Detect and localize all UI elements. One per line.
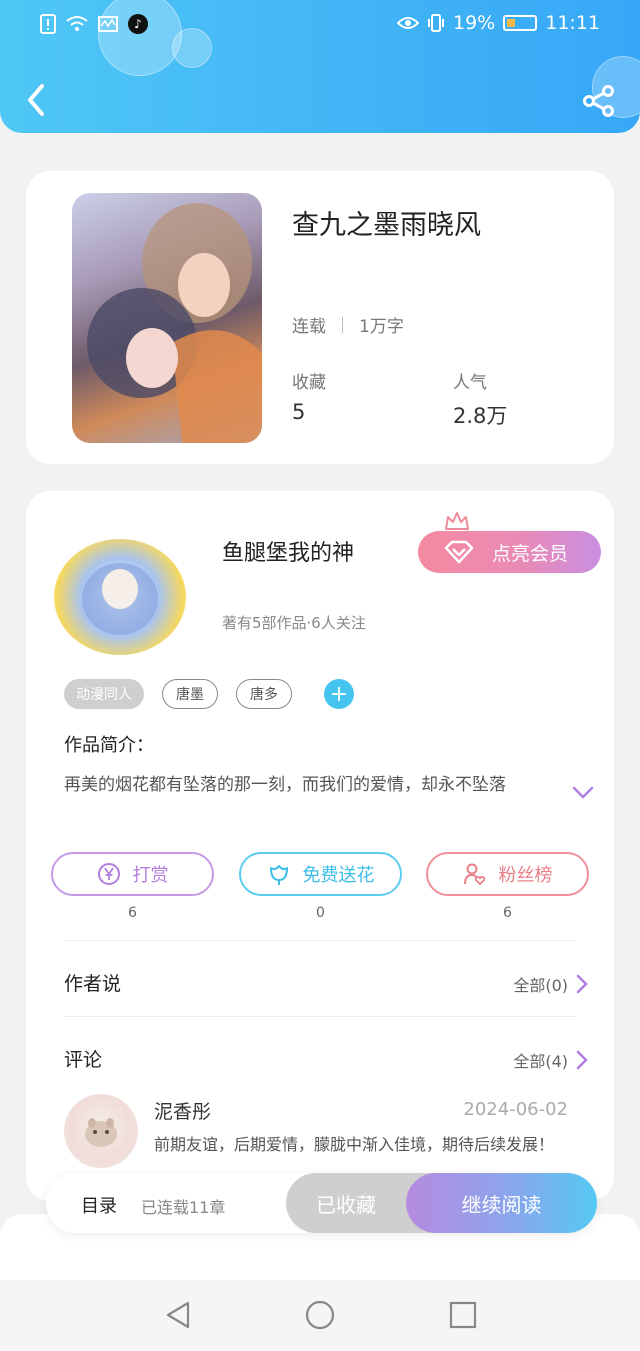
nav-home-icon[interactable] (305, 1300, 335, 1330)
tag-item[interactable]: 动漫同人 (64, 679, 144, 709)
comments-title: 评论 (64, 1049, 103, 1071)
clock: 11:11 (545, 12, 600, 34)
flower-count: 0 (316, 905, 325, 921)
divider (64, 940, 576, 941)
send-flower-label: 免费送花 (302, 865, 375, 886)
tiktok-icon: ♪ (128, 14, 148, 34)
chevron-right-icon (576, 974, 588, 994)
author-says-more-label: 全部(0) (513, 976, 568, 995)
comments-more-link[interactable]: 全部(4) (513, 1048, 588, 1072)
nav-back-icon[interactable] (163, 1300, 193, 1330)
commenter-name[interactable]: 泥香彤 (154, 1097, 211, 1124)
popularity-label: 人气 (453, 373, 487, 393)
send-flower-button[interactable]: 免费送花 (239, 852, 402, 896)
author-detail-card: 鱼腿堡我的神 著有5部作品·6人关注 点亮会员 动漫同人 唐墨 唐多 + 作品简… (26, 491, 614, 1201)
serial-status: 连载 (292, 317, 326, 337)
author-name[interactable]: 鱼腿堡我的神 (222, 535, 354, 567)
comment-date: 2024-06-02 (463, 1099, 568, 1120)
favorites-label: 收藏 (292, 373, 326, 393)
header: ♪ 19% 11:11 (0, 0, 640, 133)
wifi-icon (66, 16, 88, 31)
divider (342, 316, 343, 333)
book-meta: 连载 1万字 (292, 312, 404, 337)
tip-count: 6 (128, 905, 137, 921)
chevron-right-icon (576, 1050, 588, 1070)
battery-icon (503, 15, 538, 31)
author-stats: 著有5部作品·6人关注 (222, 614, 366, 632)
author-says-more-link[interactable]: 全部(0) (513, 972, 588, 996)
collected-label: 已收藏 (316, 1192, 376, 1217)
author-avatar[interactable] (54, 539, 186, 655)
book-title: 查九之墨雨晓风 (292, 210, 481, 241)
book-info-card: 查九之墨雨晓风 连载 1万字 收藏 5 人气 2.8万 (26, 171, 614, 464)
vip-button-label: 点亮会员 (492, 542, 569, 565)
intro-title: 作品简介： (64, 735, 154, 756)
divider (64, 1016, 576, 1017)
fans-heart-icon (463, 863, 485, 886)
activate-vip-button[interactable]: 点亮会员 (418, 531, 601, 573)
battery-percent: 19% (453, 12, 496, 34)
continue-reading-label: 继续阅读 (461, 1192, 542, 1217)
continue-reading-button[interactable]: 继续阅读 (406, 1173, 597, 1233)
vibrate-icon (428, 14, 444, 32)
status-bar: ♪ 19% 11:11 (0, 12, 640, 40)
activity-icon (98, 16, 118, 32)
author-says-title: 作者说 (64, 973, 122, 995)
back-button[interactable] (22, 82, 50, 118)
fans-ranking-label: 粉丝榜 (498, 865, 553, 886)
share-button[interactable] (582, 84, 616, 118)
reading-action-bar: 目录 已连载11章 已收藏 继续阅读 (46, 1173, 597, 1233)
alert-icon (40, 14, 56, 34)
favorites-value: 5 (292, 400, 306, 424)
system-nav-bar (0, 1280, 640, 1351)
table-of-contents-button[interactable]: 目录 (81, 1192, 117, 1218)
nav-recents-icon[interactable] (448, 1300, 478, 1330)
flower-icon (269, 865, 288, 885)
tag-item[interactable]: 唐多 (236, 679, 292, 709)
chapter-count: 已连载11章 (141, 1198, 226, 1217)
tip-label: 打赏 (132, 865, 169, 886)
fans-count: 6 (503, 905, 512, 921)
crown-icon (445, 512, 469, 530)
intro-text: 再美的烟花都有坠落的那一刻，而我们的爱情，却永不坠落 (64, 775, 506, 795)
yen-icon (97, 863, 120, 885)
word-count: 1万字 (359, 317, 404, 337)
tag-item[interactable]: 唐墨 (162, 679, 218, 709)
eye-icon (397, 17, 419, 29)
book-cover-image[interactable] (72, 193, 262, 443)
diamond-icon (444, 540, 474, 564)
expand-chevron-down-icon[interactable] (571, 785, 595, 801)
tip-button[interactable]: 打赏 (51, 852, 214, 896)
add-tag-button[interactable]: + (324, 679, 354, 709)
commenter-avatar[interactable] (64, 1094, 138, 1168)
tag-list: 动漫同人 唐墨 唐多 + (64, 679, 354, 709)
fans-ranking-button[interactable]: 粉丝榜 (426, 852, 589, 896)
comments-more-label: 全部(4) (513, 1052, 568, 1071)
popularity-value: 2.8万 (453, 404, 508, 428)
comment-text: 前期友谊，后期爱情，朦胧中渐入佳境，期待后续发展！ (154, 1135, 555, 1154)
